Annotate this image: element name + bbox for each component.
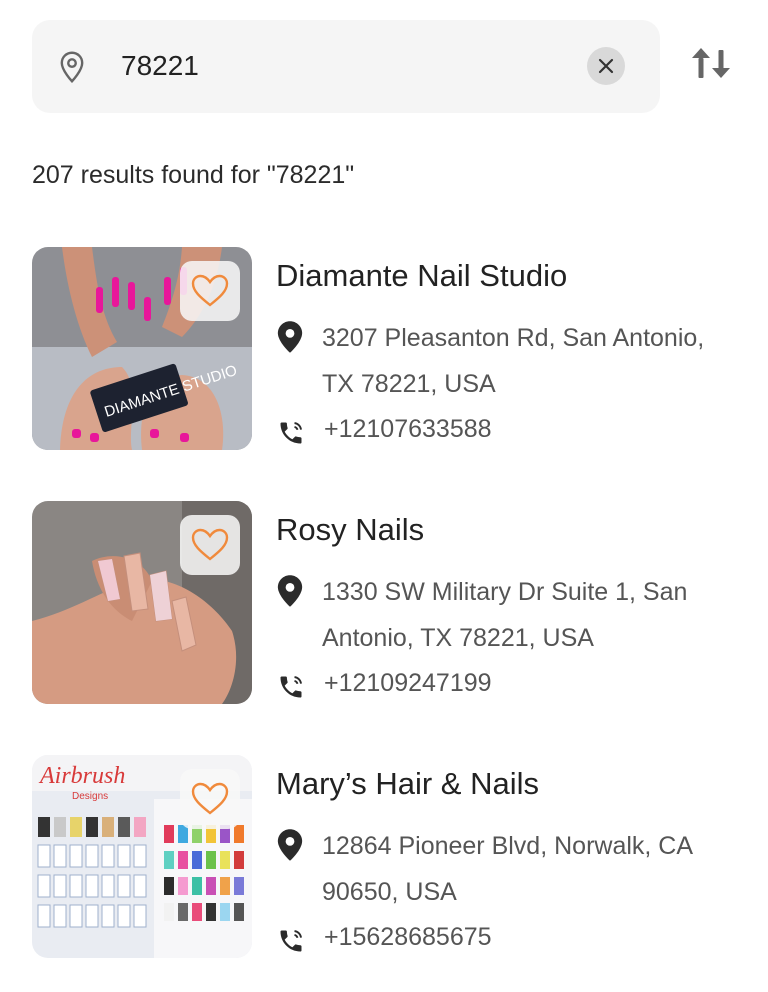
search-bar[interactable]: 78221 bbox=[32, 20, 660, 113]
location-icon bbox=[277, 829, 303, 861]
heart-icon bbox=[191, 782, 229, 815]
listing-card[interactable]: DIAMANTE STUDIO Diamante Nail Studio 320… bbox=[32, 247, 737, 452]
location-icon bbox=[277, 321, 303, 353]
favorite-button[interactable] bbox=[180, 261, 240, 321]
salon-name[interactable]: Diamante Nail Studio bbox=[276, 257, 567, 295]
favorite-button[interactable] bbox=[180, 515, 240, 575]
listing-card[interactable]: Rosy Nails 1330 SW Military Dr Suite 1, … bbox=[32, 501, 737, 706]
phone-icon bbox=[280, 930, 302, 952]
search-input[interactable]: 78221 bbox=[121, 48, 199, 84]
results-count: 207 results found for "78221" bbox=[32, 161, 355, 189]
favorite-button[interactable] bbox=[180, 769, 240, 829]
svg-text:Designs: Designs bbox=[72, 791, 108, 802]
salon-address: 3207 Pleasanton Rd, San Antonio, TX 7822… bbox=[322, 324, 705, 398]
salon-name[interactable]: Mary’s Hair & Nails bbox=[276, 765, 539, 803]
phone-icon bbox=[280, 422, 302, 444]
salon-name[interactable]: Rosy Nails bbox=[276, 511, 424, 549]
salon-address: 1330 SW Military Dr Suite 1, San Antonio… bbox=[322, 578, 688, 652]
salon-address: 12864 Pioneer Blvd, Norwalk, CA 90650, U… bbox=[322, 832, 692, 906]
listing-card[interactable]: Airbrush Designs Mary’s Hair & Nails 128… bbox=[32, 755, 737, 960]
svg-text:Airbrush: Airbrush bbox=[38, 763, 125, 789]
close-icon bbox=[598, 58, 614, 74]
clear-search-button[interactable] bbox=[587, 47, 625, 85]
salon-phone[interactable]: +15628685675 bbox=[324, 919, 492, 955]
location-pin-icon bbox=[60, 51, 84, 83]
heart-icon bbox=[191, 274, 229, 307]
location-icon bbox=[277, 575, 303, 607]
salon-phone[interactable]: +12109247199 bbox=[324, 665, 492, 701]
salon-phone[interactable]: +12107633588 bbox=[324, 411, 492, 447]
phone-icon bbox=[280, 676, 302, 698]
heart-icon bbox=[191, 528, 229, 561]
sort-icon[interactable] bbox=[690, 46, 738, 88]
